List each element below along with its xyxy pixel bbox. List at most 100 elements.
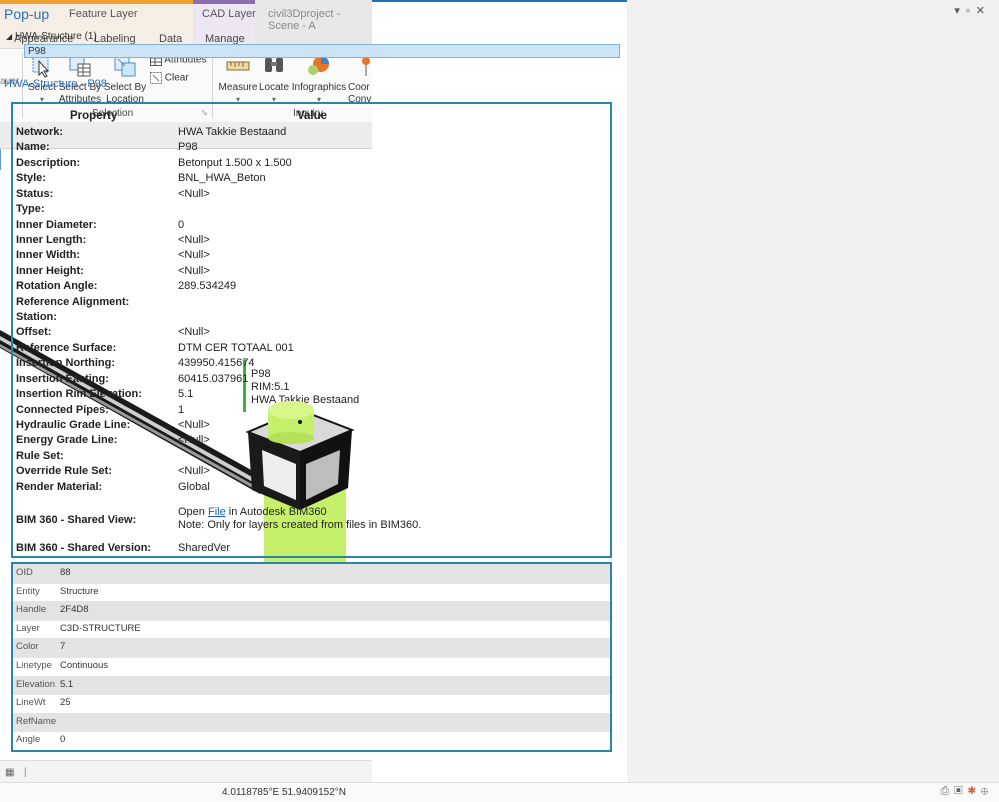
feature-layer-context-label: Feature Layer bbox=[69, 8, 138, 20]
infographics-label: Infographics bbox=[291, 82, 347, 93]
property-key: Inner Length: bbox=[16, 233, 87, 246]
property-value: HWA Takkie Bestaand bbox=[178, 126, 287, 138]
property-key: Inner Diameter: bbox=[16, 218, 97, 231]
attribute-row: Elevation 5.1 bbox=[13, 675, 610, 696]
property-value: 439950.415674 bbox=[178, 357, 255, 370]
property-key: Network: bbox=[16, 126, 64, 138]
property-value: <Null> bbox=[178, 465, 210, 478]
property-row: Type: bbox=[13, 203, 610, 218]
locate-label: Locate bbox=[258, 82, 290, 93]
locate-button[interactable]: Locate ▾ bbox=[258, 54, 290, 106]
attribute-key: Entity bbox=[16, 585, 40, 597]
cad-layer-context-label: CAD Layer bbox=[202, 8, 256, 20]
property-row: Inner Width: <Null> bbox=[13, 249, 610, 264]
property-key: Insertion Easting: bbox=[16, 372, 109, 385]
property-row: Rotation Angle: 289.534249 bbox=[13, 280, 610, 295]
property-key: BIM 360 - Shared View: bbox=[16, 514, 137, 526]
flash-icon[interactable]: ✱ bbox=[968, 785, 981, 797]
attribute-value: Continuous bbox=[60, 660, 109, 671]
property-value: P98 bbox=[178, 141, 198, 154]
property-row: Hydraulic Grade Line: <Null> bbox=[13, 419, 610, 434]
property-key: Rule Set: bbox=[16, 449, 64, 462]
export-icon[interactable]: ▣ bbox=[954, 785, 967, 797]
property-key: Reference Surface: bbox=[16, 341, 117, 354]
maximize-icon[interactable]: ▫ bbox=[966, 5, 976, 17]
property-value: Open File in Autodesk BIM360 bbox=[178, 506, 327, 518]
property-value: 1 bbox=[178, 403, 185, 416]
property-key: Inner Width: bbox=[16, 249, 81, 262]
property-key: Inner Height: bbox=[16, 264, 84, 277]
status-icons: ⎙▣✱⊕ bbox=[940, 785, 993, 798]
property-header: Property bbox=[70, 110, 118, 122]
property-row: Reference Surface: DTM CER TOTAAL 001 bbox=[13, 342, 610, 357]
attribute-key: Angle bbox=[16, 734, 41, 746]
property-value: BNL_HWA_Beton bbox=[178, 172, 266, 185]
property-value: 5.1 bbox=[178, 388, 194, 401]
property-value: <Null> bbox=[178, 249, 210, 262]
select-by-location-button[interactable]: Select By Location bbox=[103, 54, 147, 106]
tree-layer-label: HWA-Structure (1) bbox=[14, 31, 97, 42]
tree-expand-icon[interactable]: ◢ bbox=[6, 32, 12, 41]
tree-feature-node[interactable]: P98 bbox=[24, 44, 620, 58]
property-value: <Null> bbox=[178, 434, 210, 447]
property-key: Override Rule Set: bbox=[16, 465, 112, 478]
property-value: 0 bbox=[178, 218, 185, 231]
clear-label: Clear bbox=[164, 72, 189, 84]
property-value: SharedVer bbox=[178, 542, 230, 554]
property-row: Name: P98 bbox=[13, 141, 610, 156]
zoom-to-icon[interactable]: ⊕ bbox=[981, 785, 993, 797]
toolbar-divider: | bbox=[24, 767, 27, 778]
bim-open-text: Open bbox=[178, 506, 205, 518]
coordinate-conversion-button[interactable]: Coor Conv bbox=[348, 54, 372, 106]
infographics-button[interactable]: Infographics ▾ bbox=[291, 54, 347, 106]
print-icon[interactable]: ⎙ bbox=[940, 785, 954, 797]
options-dropdown-icon[interactable]: ▾ bbox=[954, 5, 966, 17]
property-value: Betonput 1.500 x 1.500 bbox=[178, 156, 292, 169]
coordinate-readout: 4.0118785°E 51.9409152°N bbox=[222, 787, 347, 798]
property-row: Inner Height: <Null> bbox=[13, 265, 610, 280]
select-by-location-label-1: Select By bbox=[103, 82, 147, 93]
property-key: BIM 360 - Shared Version: bbox=[16, 542, 152, 554]
property-row: Insertion Northing: 439950.415674 bbox=[13, 357, 610, 372]
measure-button[interactable]: Measure ▾ bbox=[218, 54, 258, 106]
property-key: Offset: bbox=[16, 326, 52, 339]
property-row: Rule Set: bbox=[13, 450, 610, 465]
clear-button[interactable]: Clear bbox=[150, 72, 189, 84]
popup-pane: Pop-up ▾▫✕ ◢ HWA-Structure (1) P98 HWA-S… bbox=[0, 0, 999, 802]
attribute-value: 0 bbox=[60, 734, 66, 746]
property-value: <Null> bbox=[178, 326, 210, 339]
attribute-row: Handle 2F4D8 bbox=[13, 601, 610, 621]
attribute-row: Entity Structure bbox=[13, 583, 610, 603]
property-row: Inner Length: <Null> bbox=[13, 234, 610, 249]
bim-note: Note: Only for layers created from files… bbox=[178, 519, 422, 531]
attribute-value: 5.1 bbox=[60, 678, 74, 690]
popup-window-controls: ▾▫✕ bbox=[954, 4, 991, 17]
property-key: Description: bbox=[16, 156, 81, 169]
property-key: Style: bbox=[16, 172, 46, 185]
property-value: DTM CER TOTAAL 001 bbox=[178, 341, 294, 354]
property-key: Insertion Rim Elevation: bbox=[16, 388, 142, 401]
project-title: civil3Dproject - Scene - A bbox=[268, 8, 341, 32]
attribute-value: 25 bbox=[60, 697, 71, 709]
coordinate-conversion-label-1: Coor bbox=[348, 82, 370, 93]
property-row: Render Material: Global bbox=[13, 481, 610, 496]
property-row: Status: <Null> bbox=[13, 188, 610, 203]
property-table: Property Value Network: HWA Takkie Bestaa… bbox=[11, 102, 612, 558]
property-key: Energy Grade Line: bbox=[16, 434, 118, 447]
tree-layer-node[interactable]: ◢ HWA-Structure (1) bbox=[6, 31, 97, 42]
bim-shared-version-row: BIM 360 - Shared Version: SharedVer bbox=[13, 542, 610, 556]
property-row: Offset: <Null> bbox=[13, 326, 610, 341]
bim-file-link[interactable]: File bbox=[208, 506, 226, 518]
close-icon[interactable]: ✕ bbox=[976, 5, 991, 17]
property-key: Hydraulic Grade Line: bbox=[16, 418, 131, 431]
attribute-row: RefName bbox=[13, 712, 610, 733]
attribute-row: Linetype Continuous bbox=[13, 657, 610, 677]
attribute-row: Color 7 bbox=[13, 638, 610, 658]
property-key: Name: bbox=[16, 141, 50, 154]
popup-title: Pop-up bbox=[4, 6, 50, 22]
property-value: <Null> bbox=[178, 264, 210, 277]
grid-icon[interactable]: ▦ bbox=[5, 767, 14, 778]
feature-title: HWA-Structure - P98 bbox=[4, 78, 107, 90]
attribute-key: Linetype bbox=[16, 660, 52, 671]
property-row: Energy Grade Line: <Null> bbox=[13, 434, 610, 449]
